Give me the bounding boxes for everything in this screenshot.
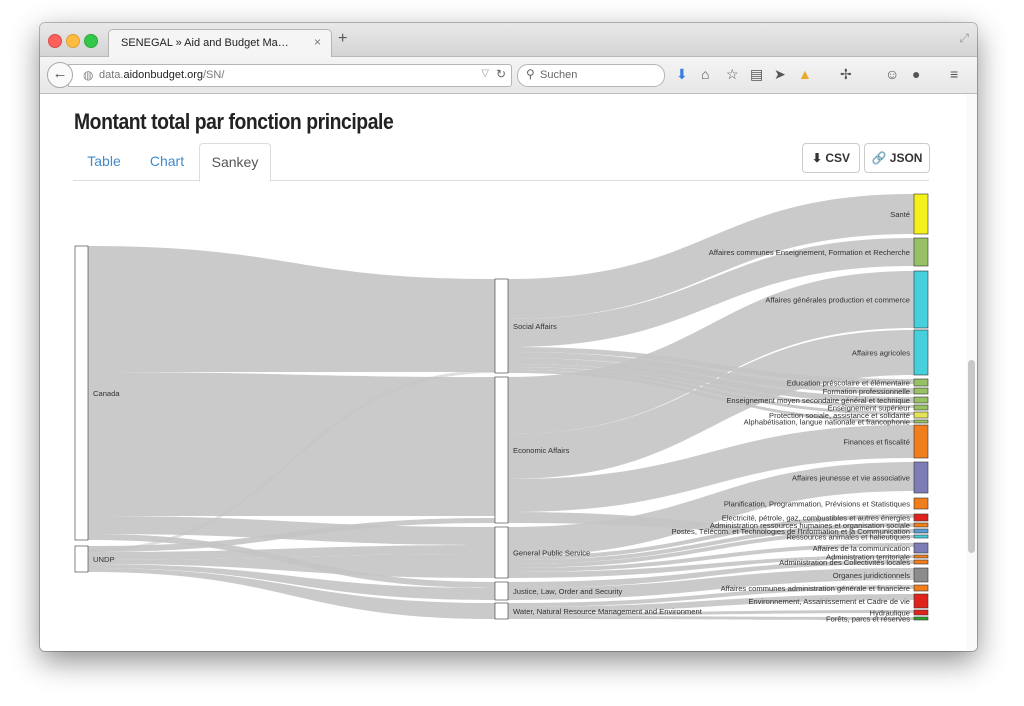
subfunction-node-18[interactable] <box>913 554 929 559</box>
globe-icon: ◍ <box>83 68 94 82</box>
subfunction-node-22[interactable] <box>913 593 929 609</box>
scrollbar[interactable] <box>966 94 977 651</box>
close-window-button[interactable] <box>48 34 62 48</box>
source-label-undp: UNDP <box>93 555 115 564</box>
navigation-bar: ◍ data.aidonbudget.org/SN/ ▽ ↻ ← ⚲ Suche… <box>40 57 977 94</box>
subfunction-node-0[interactable] <box>913 193 929 235</box>
tab-close-icon[interactable]: × <box>314 35 321 49</box>
function-node-social[interactable] <box>494 278 509 374</box>
subfunction-label-0: Santé <box>890 210 910 219</box>
function-label-general: General Public Service <box>513 549 590 558</box>
fullscreen-icon[interactable]: ⤢ <box>959 31 969 46</box>
subfunction-label-5: Formation professionnelle <box>823 387 910 396</box>
function-node-general[interactable] <box>494 526 509 579</box>
subfunction-label-24: Forêts, parcs et réserves <box>826 615 910 624</box>
page-content: Montant total par fonction principale Ta… <box>40 94 977 651</box>
chat-icon[interactable]: ● <box>912 66 920 82</box>
scrollbar-thumb[interactable] <box>968 360 975 553</box>
send-icon[interactable]: ➤ <box>774 66 786 82</box>
subfunction-node-10[interactable] <box>913 424 929 459</box>
source-node-undp[interactable] <box>74 545 89 573</box>
subfunction-node-7[interactable] <box>913 404 929 411</box>
hello-icon[interactable]: ☺ <box>885 66 899 82</box>
subfunction-label-3: Affaires agricoles <box>852 349 910 358</box>
menu-icon[interactable]: ≡ <box>950 66 958 82</box>
function-label-justice: Justice, Law, Order and Security <box>513 587 623 596</box>
function-label-social: Social Affairs <box>513 322 557 331</box>
search-bar[interactable]: ⚲ Suchen <box>517 64 665 87</box>
subfunction-label-21: Affaires communes administration général… <box>721 584 910 593</box>
subfunction-node-24[interactable] <box>913 616 929 621</box>
subfunction-label-11: Affaires jeunesse et vie associative <box>792 474 910 483</box>
subfunction-label-2: Affaires générales production et commerc… <box>765 296 910 305</box>
flow-link-source-0[interactable] <box>88 246 495 372</box>
maximize-window-button[interactable] <box>84 34 98 48</box>
url-bar[interactable]: ◍ data.aidonbudget.org/SN/ ▽ ↻ <box>68 64 512 87</box>
subfunction-label-22: Environnement, Assainissement et Cadre d… <box>748 597 910 606</box>
tab-bar: SENEGAL » Aid and Budget Ma… × + ⤢ <box>40 23 977 57</box>
subfunction-node-15[interactable] <box>913 528 929 534</box>
browser-tab-title: SENEGAL » Aid and Budget Ma… <box>121 37 289 49</box>
back-button[interactable]: ← <box>47 62 73 88</box>
function-label-water: Water, Natural Resource Management and E… <box>513 607 703 616</box>
subfunction-node-6[interactable] <box>913 396 929 404</box>
subfunction-node-13[interactable] <box>913 513 929 522</box>
subfunction-label-10: Finances et fiscalité <box>843 438 910 447</box>
subfunction-node-16[interactable] <box>913 534 929 539</box>
subfunction-node-14[interactable] <box>913 522 929 528</box>
subfunction-node-3[interactable] <box>913 329 929 376</box>
minimize-window-button[interactable] <box>66 34 80 48</box>
source-node-canada[interactable] <box>74 245 89 541</box>
bookmark-star-icon[interactable]: ☆ <box>726 66 739 82</box>
subfunction-node-20[interactable] <box>913 567 929 583</box>
reading-list-icon[interactable]: ▤ <box>750 66 763 82</box>
search-input[interactable]: Suchen <box>540 69 577 81</box>
subfunction-node-23[interactable] <box>913 609 929 616</box>
function-node-justice[interactable] <box>494 581 509 601</box>
subfunction-node-11[interactable] <box>913 461 929 494</box>
function-node-economic[interactable] <box>494 376 509 524</box>
url-dropdown-icon[interactable]: ▽ <box>481 68 489 79</box>
subfunction-label-12: Planification, Programmation, Prévisions… <box>724 500 910 509</box>
reload-icon[interactable]: ↻ <box>496 67 506 81</box>
subfunction-label-9: Alphabétisation, langue nationale et fra… <box>744 418 910 427</box>
subfunction-node-2[interactable] <box>913 270 929 329</box>
google-drive-icon[interactable]: ▲ <box>798 66 812 82</box>
subfunction-node-5[interactable] <box>913 387 929 395</box>
flow-link-source-1[interactable] <box>88 372 495 474</box>
subfunction-label-20: Organes juridictionnels <box>833 571 910 580</box>
subfunction-label-19: Administration des Collectivités locales <box>779 558 910 567</box>
extension-icon[interactable]: ✢ <box>840 66 852 82</box>
url-path: /SN/ <box>202 69 225 81</box>
search-icon: ⚲ <box>526 67 535 81</box>
browser-window: SENEGAL » Aid and Budget Ma… × + ⤢ ◍ dat… <box>40 23 977 651</box>
subfunction-node-19[interactable] <box>913 559 929 565</box>
url-prefix: data. <box>99 69 124 81</box>
subfunction-node-12[interactable] <box>913 497 929 510</box>
subfunction-node-17[interactable] <box>913 542 929 554</box>
subfunction-node-8[interactable] <box>913 411 929 419</box>
function-label-economic: Economic Affairs <box>513 446 570 455</box>
subfunction-label-16: Ressources animales et halieutiques <box>786 533 910 542</box>
url-domain: aidonbudget.org <box>123 69 203 81</box>
subfunction-node-9[interactable] <box>913 419 929 424</box>
flow-link-source-2[interactable] <box>88 474 495 516</box>
new-tab-button[interactable]: + <box>338 30 347 48</box>
subfunction-node-21[interactable] <box>913 584 929 592</box>
source-label-canada: Canada <box>93 389 120 398</box>
home-icon[interactable]: ⌂ <box>701 66 709 82</box>
function-node-water[interactable] <box>494 602 509 620</box>
download-icon[interactable]: ⬇ <box>676 66 688 82</box>
subfunction-label-1: Affaires communes Enseignement, Formatio… <box>709 248 910 257</box>
subfunction-node-1[interactable] <box>913 237 929 267</box>
browser-tab[interactable]: SENEGAL » Aid and Budget Ma… × <box>108 29 332 57</box>
sankey-diagram: Canada UNDP Social Affairs Economic Affairs… <box>74 193 929 624</box>
url-text: data.aidonbudget.org/SN/ <box>99 69 224 81</box>
subfunction-node-4[interactable] <box>913 378 929 387</box>
